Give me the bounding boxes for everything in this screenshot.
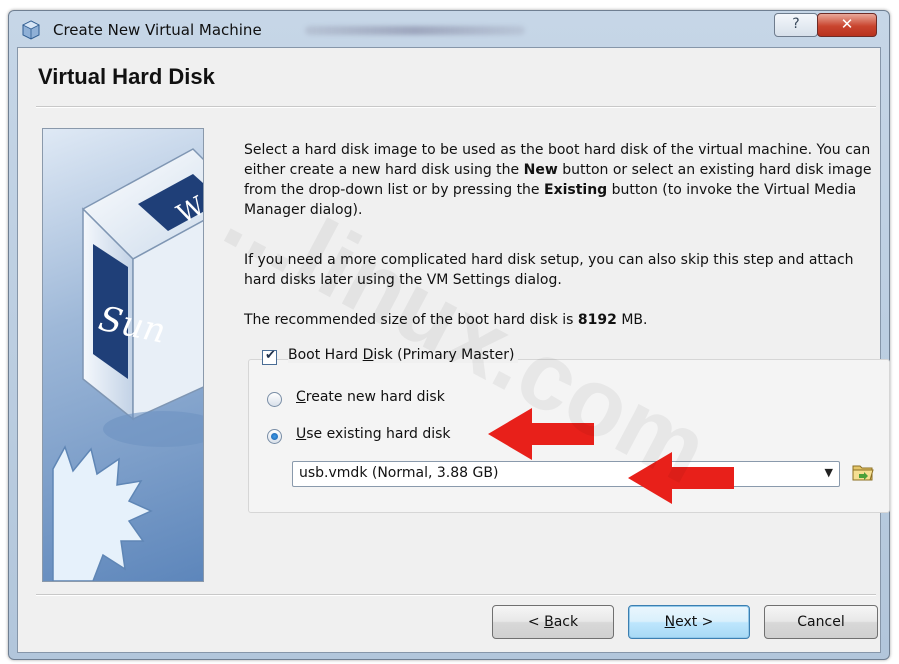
boot-hard-disk-label[interactable]: Boot Hard Disk (Primary Master) [288,347,519,363]
description-existing-keyword: Existing [544,182,608,198]
footer-divider [36,594,876,596]
checkmark-icon: ✔ [265,348,276,363]
dialog-content: Virtual Hard Disk W Sun Select a hard di… [17,47,890,653]
page-title: Virtual Hard Disk [38,64,215,89]
window-title: Create New Virtual Machine [53,21,262,39]
recommended-size-text: The recommended size of the boot hard di… [244,310,874,330]
blurred-title-text [305,26,525,35]
wizard-side-image: W Sun [42,128,204,582]
cancel-button[interactable]: Cancel [764,605,878,639]
boot-hard-disk-checkbox[interactable]: ✔ [262,348,277,365]
virtualbox-logo-illustration: W Sun [52,148,203,581]
red-annotation-arrow [488,408,594,460]
dialog-window: Create New Virtual Machine ? ✕ Virtual H… [8,10,890,660]
label-text: isk (Primary Master) [373,347,515,363]
label-text: se existing hard disk [306,426,451,442]
help-button[interactable]: ? [774,13,818,37]
recommended-size-unit: MB. [616,312,648,328]
description-paragraph-2: If you need a more complicated hard disk… [244,252,854,288]
existing-disk-select[interactable]: usb.vmdk (Normal, 3.88 GB) ▼ [292,461,840,487]
back-button[interactable]: < Back [492,605,614,639]
use-existing-disk-radio[interactable] [267,429,282,444]
chevron-down-icon[interactable]: ▼ [825,466,833,479]
recommended-size-label: The recommended size of the boot hard di… [244,312,578,328]
label-mnemonic: D [362,347,374,363]
virtualbox-icon [22,20,40,40]
label-mnemonic: U [296,426,307,442]
next-button[interactable]: Next > [628,605,750,639]
selected-disk-value: usb.vmdk (Normal, 3.88 GB) [299,465,499,481]
use-existing-disk-label[interactable]: Use existing hard disk [296,426,451,442]
recommended-size-value: 8192 [577,312,617,328]
title-bar[interactable]: Create New Virtual Machine ? ✕ [9,11,889,47]
red-annotation-arrow [628,452,734,504]
description-paragraph-1: Select a hard disk image to be used as t… [244,140,874,220]
create-new-disk-label[interactable]: Create new hard disk [296,389,445,405]
label-text: reate new hard disk [305,389,445,405]
button-text: ack [553,614,579,630]
description-new-keyword: New [523,162,558,178]
label-text: Boot Hard [288,347,363,363]
button-text: ext > [675,614,714,630]
button-text: < [527,614,545,630]
create-new-disk-radio[interactable] [267,392,282,407]
label-mnemonic: C [296,389,306,405]
button-mnemonic: B [544,614,554,630]
close-button[interactable]: ✕ [817,13,877,37]
button-mnemonic: N [664,614,676,630]
radio-selected-dot [271,433,278,440]
folder-open-icon[interactable] [850,459,876,485]
header-divider [36,106,876,108]
